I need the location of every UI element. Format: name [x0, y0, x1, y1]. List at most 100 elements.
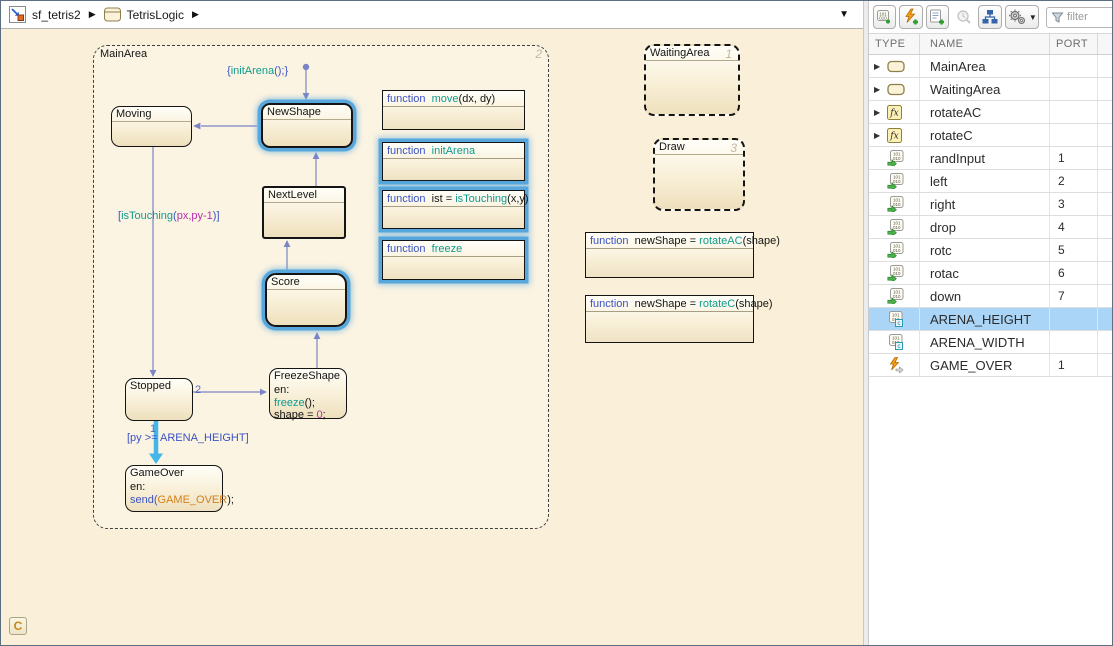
breadcrumb-current[interactable]: TetrisLogic: [125, 7, 186, 23]
trace-selection-button[interactable]: [952, 5, 975, 29]
data-input-icon: 101010: [887, 265, 904, 281]
state-nextlevel[interactable]: NextLevel: [262, 186, 346, 239]
symbols-table-row[interactable]: ▶ 101010c ARENA_WIDTH: [869, 331, 1113, 354]
symbol-port: [1050, 308, 1098, 330]
transition-label-initarena[interactable]: {initArena();}: [227, 65, 288, 77]
state-stopped[interactable]: Stopped: [125, 378, 193, 421]
svg-text:010: 010: [893, 179, 901, 184]
function-icon: fx: [887, 128, 902, 143]
symbol-port: 1: [1050, 147, 1098, 169]
symbols-table-row[interactable]: ▶ 101010 down 7: [869, 285, 1113, 308]
symbols-table-header: TYPE NAME PORT: [869, 33, 1113, 55]
data-input-icon: 101010: [887, 196, 904, 212]
symbol-port: 4: [1050, 216, 1098, 238]
symbols-table-row[interactable]: ▶ 101010 left 2: [869, 170, 1113, 193]
data-input-icon: 101010: [887, 173, 904, 189]
subchart-icon: [104, 7, 121, 22]
svg-text:010: 010: [893, 248, 901, 253]
filter-box[interactable]: [1046, 7, 1113, 28]
symbols-table-row[interactable]: ▶ 101010c ARENA_HEIGHT: [869, 308, 1113, 331]
column-header-port: PORT: [1050, 34, 1098, 54]
state-title: WaitingArea: [646, 46, 738, 61]
symbols-table-row[interactable]: ▶ MainArea: [869, 55, 1113, 78]
column-header-type: TYPE: [869, 34, 920, 54]
transition-label-istouching[interactable]: [isTouching(px,py-1)]: [118, 210, 220, 222]
function-freeze[interactable]: function freeze: [382, 240, 525, 280]
transition-label-pyheight[interactable]: [py >= ARENA_HEIGHT]: [127, 432, 249, 444]
filter-input[interactable]: [1067, 11, 1109, 23]
expand-arrow-icon[interactable]: ▶: [874, 108, 883, 117]
data-constant-icon: 101010c: [887, 334, 904, 350]
stateflow-chart-icon: [9, 6, 26, 23]
state-title: FreezeShape: [270, 369, 346, 384]
event-output-icon: [887, 357, 904, 373]
hierarchy-view-button[interactable]: [978, 5, 1001, 29]
add-message-button[interactable]: [926, 5, 949, 29]
svg-text:fx: fx: [889, 131, 898, 141]
symbol-name: rotateAC: [920, 101, 1050, 123]
symbols-table-row[interactable]: ▶ fx rotateC: [869, 124, 1113, 147]
expand-arrow-icon[interactable]: ▶: [874, 62, 883, 71]
filter-funnel-icon: [1051, 11, 1064, 24]
symbol-port: [1050, 55, 1098, 77]
function-istouching[interactable]: function ist = isTouching(x,y): [382, 190, 525, 229]
function-signature: function ist = isTouching(x,y): [383, 191, 524, 207]
symbols-panel: 101010 ▼ TYPE N: [869, 1, 1113, 646]
function-icon: fx: [887, 105, 902, 120]
state-newshape[interactable]: NewShape: [261, 103, 353, 148]
symbols-table-row[interactable]: ▶ GAME_OVER 1: [869, 354, 1113, 377]
function-signature: function newShape = rotateC(shape): [586, 296, 753, 312]
state-moving[interactable]: Moving: [111, 106, 192, 147]
svg-text:010: 010: [879, 16, 887, 21]
breadcrumb: sf_tetris2 ▶ TetrisLogic ▶ ▼: [1, 1, 863, 29]
function-rotateac[interactable]: function newShape = rotateAC(shape): [585, 232, 754, 278]
state-draw[interactable]: Draw 3: [653, 138, 745, 211]
symbols-table-row[interactable]: ▶ 101010 rotc 5: [869, 239, 1113, 262]
function-move[interactable]: function move(dx, dy): [382, 90, 525, 130]
function-signature: function freeze: [383, 241, 524, 257]
column-header-name: NAME: [920, 34, 1050, 54]
state-title: NewShape: [263, 105, 351, 120]
breadcrumb-root[interactable]: sf_tetris2: [30, 7, 83, 23]
symbols-table-row[interactable]: ▶ 101010 rotac 6: [869, 262, 1113, 285]
stateflow-canvas[interactable]: MainArea 2: [1, 29, 863, 646]
symbols-table-row[interactable]: ▶ 101010 right 3: [869, 193, 1113, 216]
state-waitingarea[interactable]: WaitingArea 1: [644, 44, 740, 116]
add-data-button[interactable]: 101010: [873, 5, 896, 29]
state-score[interactable]: Score: [265, 273, 347, 327]
default-transition-origin[interactable]: [303, 64, 309, 70]
parallel-order-number: 3: [730, 141, 737, 155]
state-title: GameOver: [126, 466, 222, 481]
data-constant-icon: 101010c: [887, 311, 904, 327]
symbol-name: WaitingArea: [920, 78, 1050, 100]
svg-text:c: c: [898, 321, 901, 327]
symbols-table-row[interactable]: ▶ WaitingArea: [869, 78, 1113, 101]
symbol-port: 7: [1050, 285, 1098, 307]
symbol-name: ARENA_WIDTH: [920, 331, 1050, 353]
svg-text:010: 010: [893, 225, 901, 230]
symbols-table-row[interactable]: ▶ fx rotateAC: [869, 101, 1113, 124]
state-gameover[interactable]: GameOver en:send(GAME_OVER);: [125, 465, 223, 512]
state-freezeshape[interactable]: FreezeShape en:freeze();shape = 0;: [269, 368, 347, 419]
function-signature: function move(dx, dy): [383, 91, 524, 107]
function-initarena[interactable]: function initArena: [382, 142, 525, 181]
state-icon: [887, 59, 906, 74]
breadcrumb-arrow-icon: ▶: [192, 9, 199, 20]
expand-arrow-icon[interactable]: ▶: [874, 131, 883, 140]
function-rotatec[interactable]: function newShape = rotateC(shape): [585, 295, 754, 343]
symbol-port: [1050, 124, 1098, 146]
symbol-port: [1050, 331, 1098, 353]
add-event-button[interactable]: [899, 5, 922, 29]
symbols-table-row[interactable]: ▶ 101010 randInput 1: [869, 147, 1113, 170]
expand-arrow-icon[interactable]: ▶: [874, 85, 883, 94]
symbol-port: 2: [1050, 170, 1098, 192]
symbol-name: right: [920, 193, 1050, 215]
symbols-table-row[interactable]: ▶ 101010 drop 4: [869, 216, 1113, 239]
stateflow-editor-window: sf_tetris2 ▶ TetrisLogic ▶ ▼ MainArea 2: [0, 0, 1113, 646]
data-input-icon: 101010: [887, 242, 904, 258]
breadcrumb-dropdown-icon[interactable]: ▼: [839, 9, 849, 20]
symbol-port: 3: [1050, 193, 1098, 215]
state-actions: en:freeze();shape = 0;: [270, 384, 346, 422]
state-title: NextLevel: [264, 188, 344, 203]
settings-menu-button[interactable]: ▼: [1005, 5, 1039, 29]
